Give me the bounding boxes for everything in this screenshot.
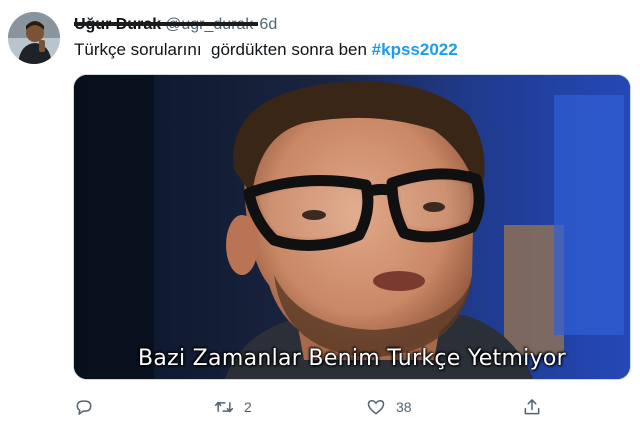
share-button[interactable] bbox=[522, 390, 552, 424]
retweet-button[interactable]: 2 bbox=[214, 390, 252, 424]
hashtag-link[interactable]: #kpss2022 bbox=[372, 40, 458, 59]
share-icon bbox=[524, 399, 540, 415]
reply-button[interactable] bbox=[74, 390, 104, 424]
meme-caption: Bazi Zamanlar Benim Turkçe Yetmiyor bbox=[137, 346, 567, 371]
avatar[interactable] bbox=[8, 12, 60, 64]
like-button[interactable]: 38 bbox=[366, 390, 412, 424]
tweet-media[interactable]: Bazi Zamanlar Benim Turkçe Yetmiyor bbox=[73, 74, 631, 380]
heart-icon bbox=[367, 400, 385, 415]
retweet-icon bbox=[214, 401, 234, 413]
retweet-count: 2 bbox=[244, 399, 252, 415]
tweet-card[interactable]: Uğur Durak @ugr_durak 6d Türkçe soruları… bbox=[0, 0, 640, 434]
tweet-time[interactable]: 6d bbox=[259, 16, 277, 34]
tweet-actions: 2 38 bbox=[0, 390, 640, 424]
tweet-text: Türkçe sorularını gördükten sonra ben #k… bbox=[74, 40, 458, 60]
like-count: 38 bbox=[396, 399, 412, 415]
avatar-image bbox=[8, 12, 60, 64]
name-redaction-bar bbox=[74, 22, 258, 26]
tweet-text-body: Türkçe sorularını gördükten sonra ben bbox=[74, 40, 372, 59]
meme-image bbox=[74, 75, 630, 379]
reply-icon bbox=[76, 400, 92, 415]
